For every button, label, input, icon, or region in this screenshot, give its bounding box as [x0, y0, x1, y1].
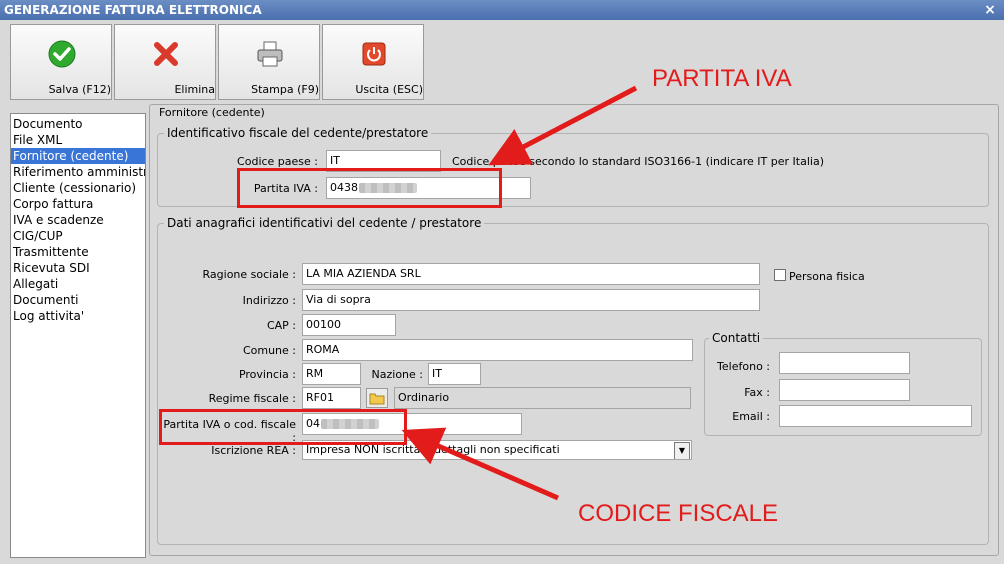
vat-callout: PARTITA IVA [652, 65, 792, 92]
annotation-arrows [401, 85, 638, 501]
vat-arrow [488, 85, 638, 166]
tax-code-arrow [401, 427, 559, 501]
tax-code-callout: CODICE FISCALE [578, 500, 779, 527]
